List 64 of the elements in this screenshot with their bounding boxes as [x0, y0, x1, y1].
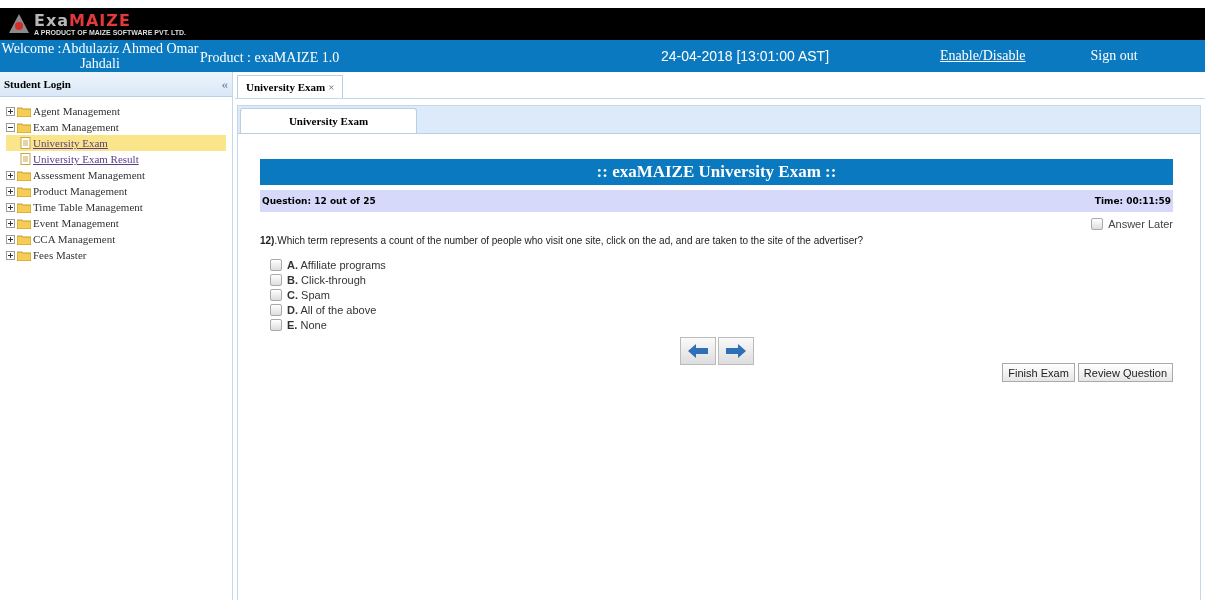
option-label: A. Affiliate programs — [287, 259, 386, 271]
tree-item[interactable]: Product Management — [33, 185, 128, 197]
logo-text: MAIZE — [69, 10, 131, 30]
product-text: Product : exaMAIZE 1.0 — [200, 49, 341, 66]
folder-icon — [17, 201, 31, 213]
folder-icon — [17, 185, 31, 197]
review-question-button[interactable]: Review Question — [1077, 363, 1173, 382]
logo-icon — [8, 13, 30, 35]
tree-item[interactable]: Fees Master — [33, 249, 87, 261]
tab[interactable]: University Exam × — [237, 75, 344, 98]
folder-icon — [17, 169, 31, 181]
sign-out-link[interactable]: Sign out — [1090, 48, 1138, 64]
next-button[interactable] — [717, 337, 754, 365]
close-icon[interactable]: × — [328, 81, 335, 93]
checkbox[interactable] — [270, 274, 282, 286]
expand-icon[interactable] — [6, 234, 15, 244]
tree-item[interactable]: Exam Management — [33, 121, 119, 133]
expand-icon[interactable] — [6, 250, 15, 260]
folder-icon — [17, 121, 31, 133]
expand-icon[interactable] — [6, 202, 15, 212]
document-icon — [20, 153, 31, 165]
option-label: D. All of the above — [287, 304, 377, 316]
tree-link[interactable]: University Exam Result — [33, 153, 139, 165]
timer: Time: 00:11:59 — [1094, 196, 1171, 206]
checkbox[interactable] — [270, 319, 282, 331]
logo-text: Exa — [34, 10, 70, 30]
left-arrow-icon — [687, 344, 708, 358]
option-label: C. Spam — [287, 289, 330, 301]
folder-icon — [17, 249, 31, 261]
tree-item-row[interactable]: University Exam — [6, 135, 226, 151]
document-icon — [20, 137, 31, 149]
option-label: E. None — [287, 319, 327, 331]
expand-icon[interactable] — [6, 218, 15, 228]
exam-title: :: exaMAIZE University Exam :: — [260, 159, 1173, 185]
folder-icon — [17, 217, 31, 229]
tree-item[interactable]: Agent Management — [33, 105, 121, 117]
checkbox[interactable] — [270, 289, 282, 301]
date-time: 24-04-2018 [13:01:00 AST] — [659, 48, 831, 64]
expand-icon[interactable] — [6, 170, 15, 180]
enable-disable-link[interactable]: Enable/Disable — [940, 48, 1026, 64]
option-label: B. Click-through — [287, 274, 366, 286]
panel-tab[interactable]: University Exam — [240, 108, 417, 133]
previous-button[interactable] — [679, 337, 716, 365]
finish-exam-button[interactable]: Finish Exam — [1002, 363, 1075, 382]
answer-later-label: Answer Later — [1108, 218, 1173, 230]
tab-label: University Exam — [246, 81, 326, 93]
sidebar-title: Student Login — [4, 78, 71, 90]
tree-item[interactable]: CCA Management — [33, 233, 116, 245]
welcome-text: Welcome :Abdulaziz Ahmed Omar Jahdali — [0, 41, 200, 71]
tree-item[interactable]: Assessment Management — [33, 169, 146, 181]
expand-icon[interactable] — [6, 106, 15, 116]
tree-item[interactable]: Time Table Management — [33, 201, 143, 213]
checkbox[interactable] — [270, 304, 282, 316]
question-text: 12).Which term represents a count of the number of people who visit one site, click on the ad, and are taken to the site of the advertiser? — [260, 235, 865, 246]
expand-icon[interactable] — [6, 186, 15, 196]
tree-item[interactable]: Event Management — [33, 217, 119, 229]
collapse-icon[interactable] — [6, 122, 15, 132]
checkbox[interactable] — [1091, 218, 1104, 230]
folder-icon — [17, 233, 31, 245]
tree-link[interactable]: University Exam — [33, 137, 108, 149]
folder-icon — [17, 105, 31, 117]
checkbox[interactable] — [270, 259, 282, 271]
tree-item-row[interactable]: University Exam Result — [6, 151, 226, 167]
right-arrow-icon — [725, 344, 746, 358]
